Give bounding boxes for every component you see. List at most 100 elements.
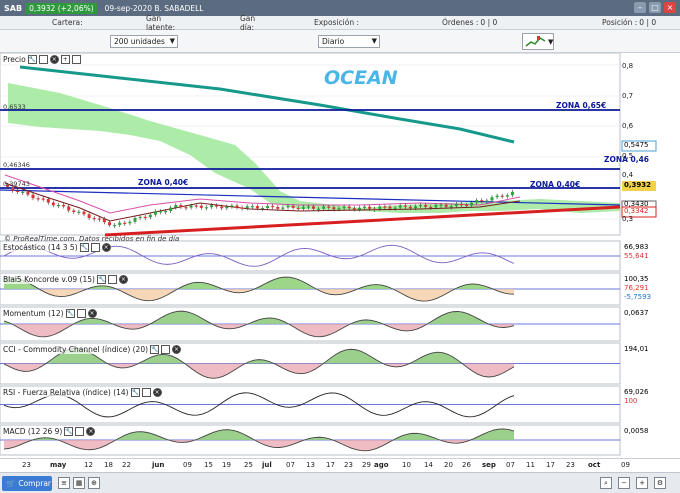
- zoom-in-icon[interactable]: +: [636, 477, 648, 489]
- ordenes-value[interactable]: 0 | 0: [480, 18, 497, 27]
- window-controls: – □ ×: [634, 2, 676, 13]
- wrench-icon[interactable]: 🔧: [96, 275, 106, 284]
- settings-icon[interactable]: ⚙: [654, 477, 666, 489]
- window-icon[interactable]: [141, 388, 151, 397]
- candle-body: [480, 200, 484, 202]
- grid-icon[interactable]: [71, 55, 81, 64]
- candle-body: [77, 211, 81, 213]
- indicator-value: 0,0637: [624, 309, 649, 317]
- candle-body: [408, 206, 412, 209]
- date-tick: jul: [262, 461, 272, 469]
- wrench-icon[interactable]: 🔧: [130, 388, 140, 397]
- posicion-value[interactable]: 0 | 0: [639, 18, 656, 27]
- wrench-icon[interactable]: 🔧: [64, 427, 74, 436]
- axis-0-6: 0,6: [622, 122, 634, 130]
- date-tick: 11: [526, 461, 535, 469]
- window-icon[interactable]: [161, 345, 171, 354]
- candle-body: [332, 207, 336, 210]
- close-icon[interactable]: ×: [152, 388, 162, 397]
- candle-body: [296, 207, 300, 210]
- candle-body: [250, 206, 254, 208]
- candle-body: [133, 217, 137, 222]
- candle-body: [434, 204, 438, 208]
- chevron-down-icon: ▼: [169, 37, 175, 45]
- indicator-value: 100,35: [624, 275, 649, 283]
- wrench-icon[interactable]: 🔧: [27, 55, 37, 64]
- price-tag-5475: 0,5475: [624, 141, 649, 149]
- candle-body: [271, 205, 275, 208]
- chevron-down-icon[interactable]: ▼: [548, 38, 553, 46]
- zoom-out-icon[interactable]: −: [618, 477, 630, 489]
- window-icon[interactable]: [90, 243, 100, 252]
- candle-body: [51, 202, 55, 206]
- candle-body: [317, 208, 321, 210]
- bottom-bar: 🛒 Comprar ≡ ▦ ⊕ ⌕ − + ⚙: [0, 472, 680, 493]
- window-icon[interactable]: [76, 309, 86, 318]
- price-tag-3342: 0,3342: [624, 207, 649, 215]
- candle-body: [46, 198, 50, 203]
- candle-body: [113, 224, 117, 227]
- date-tick: 13: [306, 461, 315, 469]
- candle-body: [388, 206, 392, 209]
- ordenes-label: Órdenes :: [442, 18, 479, 27]
- units-select-value: 200 unidades: [114, 37, 165, 46]
- candle-body: [419, 204, 423, 207]
- window-icon[interactable]: [107, 275, 117, 284]
- date-tick: jun: [152, 461, 165, 469]
- candle-body: [444, 204, 448, 207]
- exposicion-cell: Exposición :: [270, 18, 390, 27]
- window-icon[interactable]: [75, 427, 85, 436]
- indicator-name: Estocástico (14 3 5): [3, 243, 78, 252]
- ordenes-cell: Órdenes : 0 | 0: [390, 18, 510, 27]
- close-icon[interactable]: ×: [101, 243, 111, 252]
- candle-body: [62, 204, 66, 207]
- close-icon[interactable]: ×: [86, 427, 96, 436]
- candle-body: [393, 207, 397, 209]
- close-icon[interactable]: ×: [49, 55, 59, 64]
- axis-0-7: 0,7: [622, 92, 634, 100]
- period-select-value: Diario: [322, 37, 345, 46]
- close-icon[interactable]: ×: [118, 275, 128, 284]
- units-select[interactable]: 200 unidades ▼: [110, 35, 178, 48]
- maximize-icon[interactable]: □: [649, 2, 661, 13]
- candle-body: [184, 207, 188, 209]
- date-tick: 15: [204, 461, 213, 469]
- zone-40-left-label: ZONA 0,40€: [138, 178, 189, 187]
- chart-icon[interactable]: ▦: [73, 477, 85, 489]
- candle-body: [291, 206, 295, 208]
- axis-0-4: 0,4: [622, 171, 634, 179]
- buy-button[interactable]: 🛒 Comprar: [2, 476, 52, 491]
- candle-body: [138, 216, 142, 219]
- close-icon[interactable]: ×: [664, 2, 676, 13]
- candle-body: [41, 198, 45, 200]
- date-tick: oct: [588, 461, 601, 469]
- add-icon[interactable]: +: [60, 55, 70, 64]
- orders-icon[interactable]: ⊕: [88, 477, 100, 489]
- close-icon[interactable]: ×: [87, 309, 97, 318]
- period-select[interactable]: Diario ▼: [318, 35, 380, 48]
- search-icon[interactable]: ⌕: [600, 477, 612, 489]
- dom-icon[interactable]: ≡: [58, 477, 70, 489]
- close-icon[interactable]: ×: [172, 345, 182, 354]
- candle-body: [261, 207, 264, 210]
- candle-body: [378, 206, 382, 209]
- candle-body: [459, 203, 463, 206]
- minimize-icon[interactable]: –: [634, 2, 646, 13]
- candle-body: [153, 211, 157, 215]
- date-tick: 09: [183, 461, 192, 469]
- candle-body: [108, 222, 111, 226]
- candle-body: [306, 206, 310, 208]
- wrench-icon[interactable]: 🔧: [65, 309, 75, 318]
- window-icon[interactable]: [38, 55, 48, 64]
- candle-body: [148, 214, 152, 218]
- wrench-icon[interactable]: 🔧: [150, 345, 160, 354]
- price-tag-3932: 0,3932: [624, 181, 652, 189]
- chart-area[interactable]: OCEAN Precio 🔧 × + 0,6533 0,46346 0,3974…: [0, 53, 680, 458]
- candle-body: [403, 205, 407, 207]
- date-axis: 23 may 12 18 22 jun 09 15 19 25 jul 07 13 17 23 29 ago 10…: [0, 458, 680, 472]
- date-tick: 10: [402, 461, 411, 469]
- indicator-value: 194,01: [624, 345, 649, 353]
- level-39743: 0,39743: [3, 180, 30, 188]
- candle-body: [102, 218, 106, 223]
- wrench-icon[interactable]: 🔧: [79, 243, 89, 252]
